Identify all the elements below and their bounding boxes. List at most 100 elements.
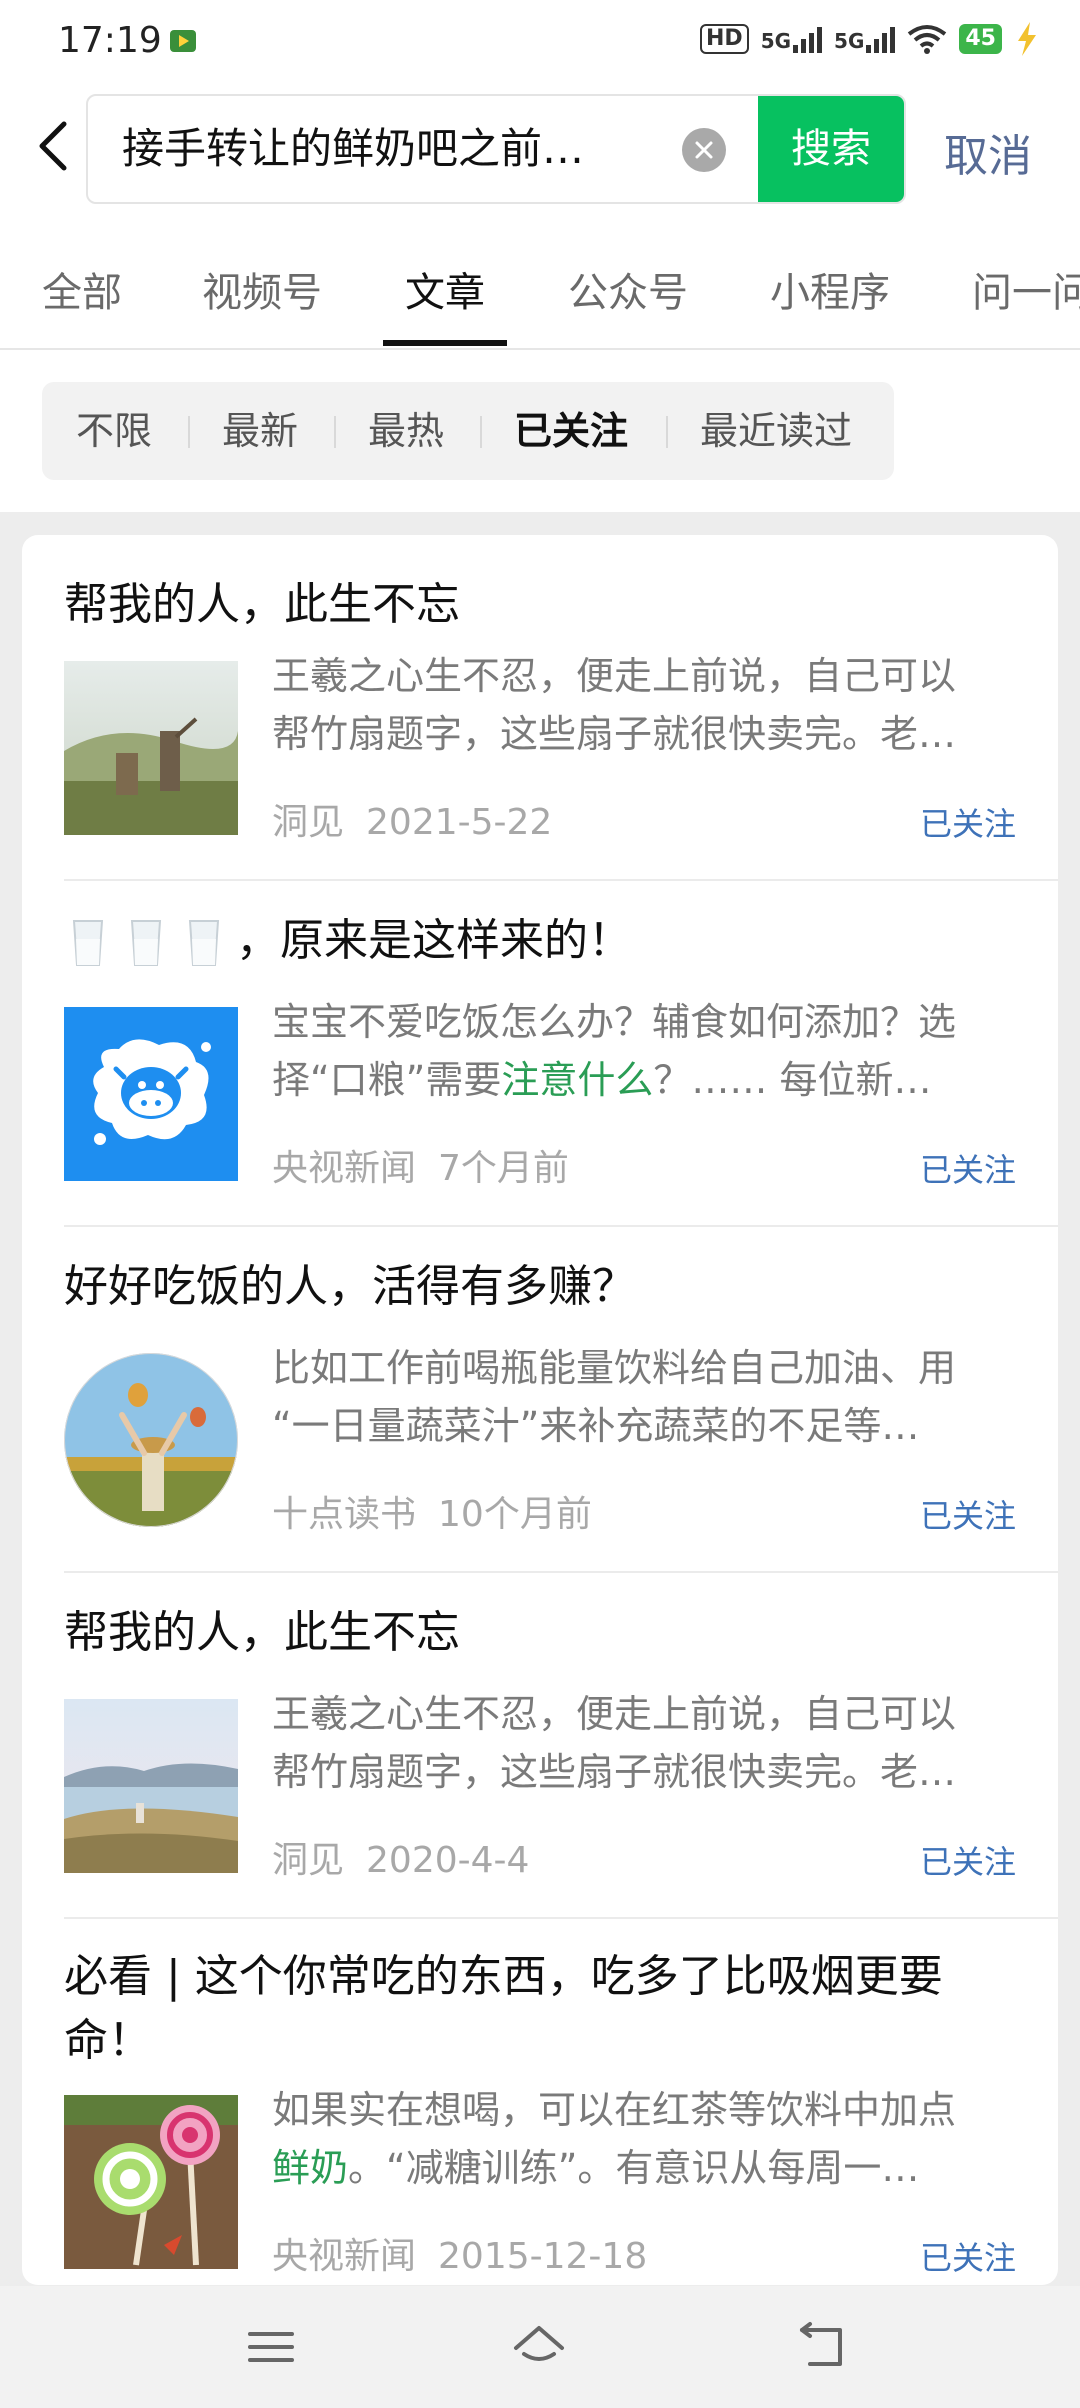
system-navigation-bar bbox=[0, 2286, 1080, 2408]
followed-badge: 已关注 bbox=[919, 1151, 1016, 1189]
search-row: 接手转让的鲜奶吧之前… 搜索 取消 bbox=[0, 90, 1080, 208]
search-input[interactable]: 接手转让的鲜奶吧之前… bbox=[122, 96, 692, 202]
lollipop-image bbox=[64, 2095, 238, 2269]
result-title: ，原来是这样来的！ bbox=[236, 915, 632, 966]
result-title: 帮我的人，此生不忘 bbox=[64, 1607, 460, 1658]
result-meta: 央视新闻 7个月前 bbox=[272, 1139, 591, 1191]
home-icon[interactable] bbox=[512, 2320, 566, 2374]
result-date: 7个月前 bbox=[438, 1148, 569, 1189]
description-line: 比如工作前喝瓶能量饮料给自己加油、用 bbox=[272, 1346, 957, 1390]
result-thumbnail bbox=[64, 661, 238, 835]
result-title-row: ，原来是这样来的！ bbox=[64, 909, 632, 973]
description-line: 王羲之心生不忍，便走上前说，自己可以 bbox=[272, 654, 957, 698]
highlighted-keyword: 注意什么 bbox=[501, 1058, 654, 1102]
followed-badge: 已关注 bbox=[919, 1497, 1016, 1535]
description-line: 择“口粮”需要注意什么？…… 每位新… bbox=[272, 1051, 1028, 1109]
balloon-field-image bbox=[64, 1353, 238, 1527]
filter-followed[interactable]: 已关注 bbox=[514, 382, 628, 480]
description-line: 鲜奶。“减糖训练”。有意识从每周一… bbox=[272, 2139, 1028, 2197]
status-icons: HD 5G 5G 45 bbox=[700, 22, 1040, 56]
result-item[interactable]: 好好吃饭的人，活得有多赚？ 比如工作前喝瓶能量饮料给自己加油、用 “一日量蔬菜汁… bbox=[22, 1227, 1058, 1571]
tab-all[interactable]: 全部 bbox=[42, 260, 122, 318]
tab-ask[interactable]: 问一问 bbox=[972, 260, 1080, 318]
filter-hottest[interactable]: 最热 bbox=[368, 382, 444, 480]
result-item[interactable]: ，原来是这样来的！ 宝宝不爱吃饭怎么办？辅食如何添加？选 择“口粮”需要注意什么… bbox=[22, 881, 1058, 1225]
result-description: 比如工作前喝瓶能量饮料给自己加油、用 “一日量蔬菜汁”来补充蔬菜的不足等… bbox=[272, 1339, 1028, 1455]
top-panel: 17:19 HD 5G 5G 45 接手转让的鲜奶吧之前… 搜索 取消 全部 视… bbox=[0, 0, 1080, 350]
active-tab-underline bbox=[383, 340, 507, 346]
result-thumbnail bbox=[64, 2095, 238, 2269]
result-item[interactable]: 必看 | 这个你常吃的东西，吃多了比吸烟更要 命！ 如果实在想喝，可以在红茶等饮… bbox=[22, 1919, 1058, 2285]
result-title: 必看 | 这个你常吃的东西，吃多了比吸烟更要 命！ bbox=[64, 1945, 943, 2073]
status-bar: 17:19 HD 5G 5G 45 bbox=[0, 0, 1080, 84]
net-label-2: 5G bbox=[834, 29, 865, 53]
result-source: 洞见 bbox=[272, 1840, 345, 1881]
filter-recently-read[interactable]: 最近读过 bbox=[700, 382, 852, 480]
milk-glasses-icon bbox=[72, 920, 220, 966]
result-description: 如果实在想喝，可以在红茶等饮料中加点 鲜奶。“减糖训练”。有意识从每周一… bbox=[272, 2081, 1028, 2197]
back-arrow-icon[interactable] bbox=[30, 116, 80, 176]
result-item[interactable]: 帮我的人，此生不忘 王羲之心生不忍，便走上前说，自己可以 帮竹扇题字，这些扇子就… bbox=[22, 535, 1058, 880]
description-text: 择“口粮”需要 bbox=[272, 1058, 502, 1102]
battery-icon: 45 bbox=[959, 24, 1002, 54]
filter-separator bbox=[480, 416, 482, 448]
result-source: 央视新闻 bbox=[272, 1148, 417, 1189]
results-card: 帮我的人，此生不忘 王羲之心生不忍，便走上前说，自己可以 帮竹扇题字，这些扇子就… bbox=[22, 535, 1058, 2285]
landscape-people-image bbox=[64, 661, 238, 835]
tab-channels[interactable]: 视频号 bbox=[202, 260, 322, 318]
result-date: 2020-4-4 bbox=[366, 1840, 530, 1881]
result-thumbnail bbox=[64, 1353, 238, 1527]
result-date: 2021-5-22 bbox=[366, 802, 553, 843]
search-box: 接手转让的鲜奶吧之前… 搜索 bbox=[86, 94, 906, 204]
result-source: 央视新闻 bbox=[272, 2236, 417, 2277]
result-meta: 洞见 2020-4-4 bbox=[272, 1831, 551, 1883]
result-meta: 洞见 2021-5-22 bbox=[272, 793, 574, 845]
result-description: 王羲之心生不忍，便走上前说，自己可以 帮竹扇题字，这些扇子就很快卖完。老… bbox=[272, 647, 1028, 763]
tab-articles[interactable]: 文章 bbox=[405, 260, 485, 318]
search-button[interactable]: 搜索 bbox=[758, 96, 904, 202]
description-line: 如果实在想喝，可以在红茶等饮料中加点 bbox=[272, 2088, 957, 2132]
followed-badge: 已关注 bbox=[919, 2239, 1016, 2277]
result-title: 帮我的人，此生不忘 bbox=[64, 579, 460, 630]
status-time: 17:19 bbox=[58, 20, 162, 61]
charging-bolt-icon bbox=[1018, 22, 1036, 56]
result-thumbnail bbox=[64, 1007, 238, 1181]
result-item[interactable]: 帮我的人，此生不忘 王羲之心生不忍，便走上前说，自己可以 帮竹扇题字，这些扇子就… bbox=[22, 1573, 1058, 1917]
milk-cow-icon bbox=[64, 1007, 238, 1181]
filter-panel: 不限 最新 最热 已关注 最近读过 bbox=[0, 350, 1080, 512]
net-label-1: 5G bbox=[760, 29, 792, 53]
filter-newest[interactable]: 最新 bbox=[222, 382, 298, 480]
result-source: 洞见 bbox=[272, 802, 345, 843]
lake-grass-image bbox=[64, 1699, 238, 1873]
result-description: 宝宝不爱吃饭怎么办？辅食如何添加？选 择“口粮”需要注意什么？…… 每位新… bbox=[272, 993, 1028, 1109]
filter-separator bbox=[666, 416, 668, 448]
menu-icon[interactable] bbox=[244, 2320, 298, 2374]
result-description: 王羲之心生不忍，便走上前说，自己可以 帮竹扇题字，这些扇子就很快卖完。老… bbox=[272, 1685, 1028, 1801]
back-nav-icon[interactable] bbox=[796, 2320, 850, 2374]
title-line: 必看 | 这个你常吃的东西，吃多了比吸烟更要 bbox=[64, 1951, 943, 2002]
followed-badge: 已关注 bbox=[919, 805, 1016, 843]
description-text: 。“减糖训练”。有意识从每周一… bbox=[348, 2146, 920, 2190]
description-text: ？…… 每位新… bbox=[653, 1058, 932, 1102]
tab-mini-programs[interactable]: 小程序 bbox=[770, 260, 890, 318]
description-line: 帮竹扇题字，这些扇子就很快卖完。老… bbox=[272, 712, 957, 756]
filter-separator bbox=[188, 416, 190, 448]
filter-any[interactable]: 不限 bbox=[76, 382, 152, 480]
description-line: 宝宝不爱吃饭怎么办？辅食如何添加？选 bbox=[272, 1000, 957, 1044]
result-meta: 十点读书 10个月前 bbox=[272, 1485, 614, 1537]
result-source: 十点读书 bbox=[272, 1494, 417, 1535]
signal-5g-icon-2: 5G bbox=[834, 25, 896, 53]
filter-separator bbox=[334, 416, 336, 448]
result-date: 10个月前 bbox=[438, 1494, 592, 1535]
signal-5g-icon-1: 5G bbox=[760, 25, 823, 53]
result-title: 好好吃饭的人，活得有多赚？ bbox=[64, 1261, 636, 1312]
description-line: 王羲之心生不忍，便走上前说，自己可以 bbox=[272, 1692, 957, 1736]
tab-official-accounts[interactable]: 公众号 bbox=[568, 260, 688, 318]
description-line: 帮竹扇题字，这些扇子就很快卖完。老… bbox=[272, 1750, 957, 1794]
result-date: 2015-12-18 bbox=[438, 2236, 648, 2277]
result-meta: 央视新闻 2015-12-18 bbox=[272, 2227, 669, 2279]
wifi-icon bbox=[908, 25, 947, 54]
clear-search-icon[interactable] bbox=[682, 128, 726, 172]
app-notification-icon bbox=[170, 30, 196, 52]
cancel-button[interactable]: 取消 bbox=[944, 120, 1032, 184]
